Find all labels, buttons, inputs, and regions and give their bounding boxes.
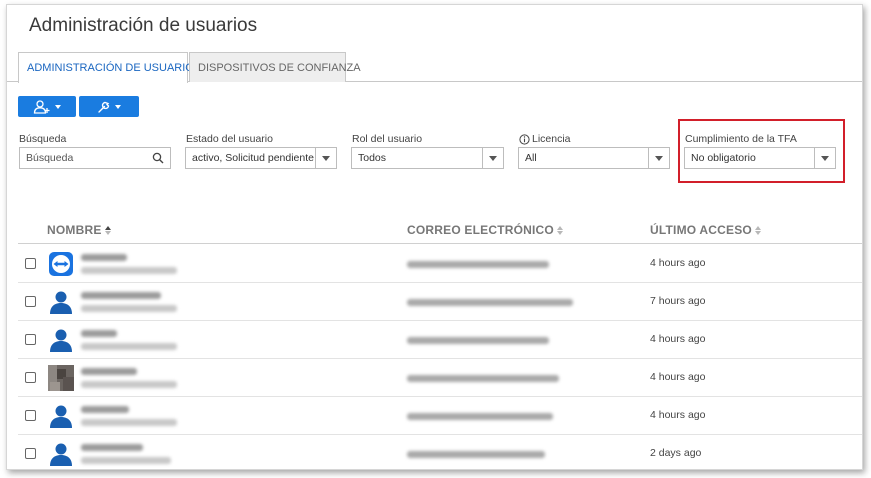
redacted-name: [81, 368, 137, 375]
status-select[interactable]: activo, Solicitud pendiente: [185, 147, 337, 169]
role-label: Rol del usuario: [352, 133, 423, 145]
page-title: Administración de usuarios: [29, 15, 258, 36]
table-row[interactable]: 4 hours ago: [18, 359, 862, 397]
wrench-icon: [98, 101, 110, 113]
license-select[interactable]: All: [518, 147, 670, 169]
license-label-text: Licencia: [532, 133, 571, 145]
license-label: Licencia: [519, 133, 571, 145]
status-label: Estado del usuario: [186, 133, 273, 145]
role-dropdown-button[interactable]: [482, 148, 503, 168]
chevron-down-icon: [655, 155, 663, 161]
chevron-down-icon: [322, 155, 330, 161]
sort-icon: [754, 225, 761, 235]
teamviewer-logo-icon: [49, 252, 73, 276]
user-avatar-icon: [50, 405, 72, 428]
row-checkbox[interactable]: [25, 372, 36, 383]
row-checkbox[interactable]: [25, 296, 36, 307]
user-photo-icon: [48, 365, 74, 391]
table-row[interactable]: 4 hours ago: [18, 245, 862, 283]
user-avatar-icon: [50, 329, 72, 352]
tab-trusted-devices[interactable]: DISPOSITIVOS DE CONFIANZA: [189, 52, 361, 82]
last-access: 4 hours ago: [650, 371, 706, 383]
column-email-label: CORREO ELECTRÓNICO: [407, 223, 554, 237]
column-header-name[interactable]: NOMBRE: [47, 223, 111, 237]
redacted-name: [81, 406, 129, 413]
last-access: 4 hours ago: [650, 333, 706, 345]
redacted-email: [407, 299, 573, 306]
search-icon[interactable]: [152, 152, 164, 164]
table-row[interactable]: 2 days ago: [18, 435, 862, 469]
row-checkbox[interactable]: [25, 448, 36, 459]
redacted-email: [407, 451, 545, 458]
add-user-icon: [33, 99, 50, 114]
redacted-name: [81, 444, 143, 451]
redacted-email: [407, 375, 559, 382]
search-label: Búsqueda: [19, 133, 67, 145]
column-name-label: NOMBRE: [47, 223, 102, 237]
redacted-email: [407, 261, 549, 268]
redacted-email: [407, 337, 549, 344]
redacted-subtitle: [81, 381, 177, 388]
last-access: 4 hours ago: [650, 257, 706, 269]
redacted-name: [81, 330, 117, 337]
role-value: Todos: [358, 152, 387, 164]
status-value: activo, Solicitud pendiente: [192, 152, 314, 164]
user-avatar-icon: [50, 443, 72, 466]
last-access: 4 hours ago: [650, 409, 706, 421]
chevron-down-icon: [115, 104, 121, 109]
sort-icon: [556, 225, 563, 235]
user-admin-panel: Administración de usuarios ADMINISTRACIÓ…: [6, 4, 863, 470]
redacted-name: [81, 254, 127, 261]
tools-menu-button[interactable]: [79, 96, 139, 117]
redacted-subtitle: [81, 419, 177, 426]
role-select[interactable]: Todos: [351, 147, 504, 169]
license-dropdown-button[interactable]: [648, 148, 669, 168]
info-icon[interactable]: [519, 133, 530, 145]
license-value: All: [525, 152, 537, 164]
column-header-last-access[interactable]: ÚLTIMO ACCESO: [650, 223, 761, 237]
redacted-subtitle: [81, 305, 177, 312]
table-header: NOMBRE CORREO ELECTRÓNICO ÚLTIMO ACCESO: [18, 217, 862, 244]
last-access: 7 hours ago: [650, 295, 706, 307]
tab-user-admin[interactable]: ADMINISTRACIÓN DE USUARIOS: [18, 52, 201, 83]
user-avatar-icon: [50, 291, 72, 314]
redacted-subtitle: [81, 343, 177, 350]
chevron-down-icon: [489, 155, 497, 161]
row-checkbox[interactable]: [25, 410, 36, 421]
table-row[interactable]: 4 hours ago: [18, 397, 862, 435]
column-header-email[interactable]: CORREO ELECTRÓNICO: [407, 223, 563, 237]
redacted-subtitle: [81, 457, 171, 464]
chevron-down-icon: [55, 104, 61, 109]
search-input[interactable]: Búsqueda: [19, 147, 171, 169]
redacted-name: [81, 292, 161, 299]
status-dropdown-button[interactable]: [315, 148, 336, 168]
column-last-access-label: ÚLTIMO ACCESO: [650, 223, 752, 237]
table-row[interactable]: 7 hours ago: [18, 283, 862, 321]
redacted-email: [407, 413, 553, 420]
table-row[interactable]: 4 hours ago: [18, 321, 862, 359]
sort-asc-icon: [104, 225, 111, 235]
row-checkbox[interactable]: [25, 334, 36, 345]
search-placeholder: Búsqueda: [26, 152, 74, 164]
row-checkbox[interactable]: [25, 258, 36, 269]
redacted-subtitle: [81, 267, 177, 274]
add-user-button[interactable]: [18, 96, 76, 117]
tab-bar: ADMINISTRACIÓN DE USUARIOS DISPOSITIVOS …: [7, 52, 862, 83]
tfa-highlight-box: [678, 119, 845, 183]
last-access: 2 days ago: [650, 447, 702, 459]
